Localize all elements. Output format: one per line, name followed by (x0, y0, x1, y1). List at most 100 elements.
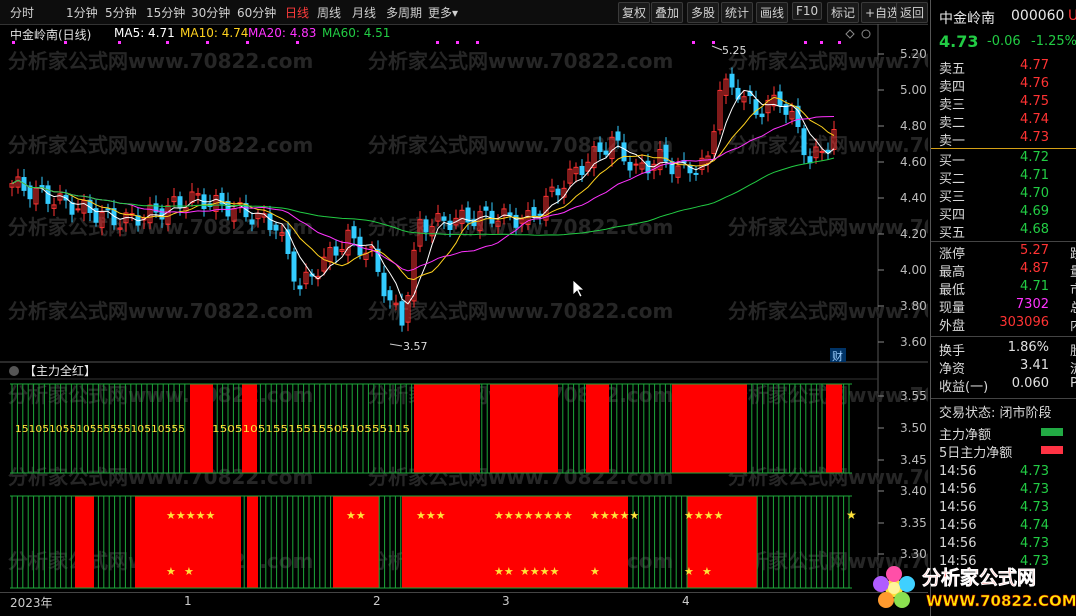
signal-dot (436, 41, 439, 44)
candle-body (693, 172, 699, 175)
candle-body (249, 219, 255, 225)
price-axis-label: 3.80 (900, 299, 927, 313)
candle-body (297, 285, 303, 290)
mark-button[interactable]: 标记 (827, 2, 860, 23)
star-marks: ★★★★★★★★ (494, 509, 573, 522)
stat2-cut-label: 流 (1070, 358, 1076, 377)
ask-row: 卖一 4.73 (939, 130, 1076, 149)
stat-label: 外盘 (939, 319, 966, 334)
price-axis-label: 4.60 (900, 155, 927, 169)
candle-body (225, 200, 231, 217)
sub-axis-label: 3.35 (900, 516, 927, 530)
period-5min[interactable]: 5分钟 (105, 4, 137, 21)
bid-row: 买五 4.68 (939, 222, 1076, 241)
period-weekly[interactable]: 周线 (317, 4, 341, 21)
draw-line-button[interactable]: 画线 (756, 2, 789, 23)
sub-axis-label: 3.45 (900, 453, 927, 467)
tick-price: 4.74 (1020, 518, 1049, 533)
star-marks-low: ★ (702, 565, 712, 578)
period-fenshi[interactable]: 分时 (10, 4, 34, 21)
period-15min[interactable]: 15分钟 (146, 4, 185, 21)
stat-label: 最高 (939, 265, 966, 280)
ask-label: 卖二 (939, 116, 966, 131)
candle-body (267, 213, 273, 230)
candle-body (105, 208, 111, 211)
price-change-pct: -1.25% (1031, 34, 1076, 49)
ask-row: 卖三 4.75 (939, 94, 1076, 113)
period-monthly[interactable]: 月线 (352, 4, 376, 21)
price-axis-label: 4.00 (900, 263, 927, 277)
stat2-value: 1.86% (1007, 340, 1049, 355)
bid-price: 4.68 (1020, 222, 1049, 237)
background-watermark: 分析家公式网www.70822.com (728, 49, 928, 73)
stock-header: 中金岭南 000060 U (939, 8, 1076, 28)
red-block (75, 496, 94, 588)
stat-cut-label: 量 (1070, 261, 1076, 280)
signal-dot (456, 41, 459, 44)
ask-label: 卖四 (939, 80, 966, 95)
sub-axis-label: 3.30 (900, 547, 927, 561)
stat2-row: 换手 1.86% 股 (939, 340, 1076, 359)
stock-name-cut: U (1068, 8, 1076, 24)
statistics-button[interactable]: 统计 (721, 2, 754, 23)
candle-body (333, 246, 339, 256)
ma10-label: MA10: 4.74 (180, 26, 249, 40)
stat-cut-label: 总 (1070, 297, 1076, 316)
stat-row: 最高 4.87 量 (939, 261, 1076, 280)
candle-body (177, 196, 183, 208)
bid-row: 买三 4.70 (939, 186, 1076, 205)
period-30min[interactable]: 30分钟 (191, 4, 230, 21)
stat-label: 现量 (939, 301, 966, 316)
ask-row: 卖四 4.76 (939, 76, 1076, 95)
period-multi[interactable]: 多周期 (386, 4, 422, 21)
period-60min[interactable]: 60分钟 (237, 4, 276, 21)
period-more[interactable]: 更多▾ (428, 4, 458, 21)
candle-body (801, 128, 807, 156)
period-daily[interactable]: 日线 (285, 4, 309, 21)
low-marker-line (389, 343, 403, 347)
bid-label: 买四 (939, 208, 966, 223)
ask-price: 4.75 (1020, 94, 1049, 109)
high-marker-label: 5.25 (722, 44, 747, 57)
stat2-value: 3.41 (1020, 358, 1049, 373)
sub-axis-label: 3.50 (900, 421, 927, 435)
candle-body (69, 202, 75, 215)
tick-price: 4.73 (1020, 536, 1049, 551)
back-button[interactable]: 返回 (896, 2, 929, 23)
stat-value: 5.27 (1020, 243, 1049, 258)
kline-chart[interactable]: 分析家公式网www.70822.com 分析家公式网www.70822.com 分析… (0, 24, 928, 592)
stat-label: 最低 (939, 283, 966, 298)
candle-body (75, 208, 81, 211)
stat2-label: 换手 (939, 344, 966, 359)
stat-cut-label: 市 (1070, 279, 1076, 298)
x-label-apr: 4 (682, 594, 690, 608)
high-marker-line (711, 45, 723, 51)
f10-button[interactable]: F10 (792, 2, 823, 20)
red-block (190, 384, 213, 473)
candle-body (759, 113, 765, 118)
overlay-button[interactable]: 叠加 (651, 2, 684, 23)
star-marks-low: ★★ (494, 565, 514, 578)
stat-row: 涨停 5.27 跌 (939, 243, 1076, 262)
multi-stock-button[interactable]: 多股 (687, 2, 720, 23)
section-divider (931, 398, 1076, 399)
trade-status: 交易状态: 闭市阶段 (939, 402, 1076, 421)
ma5-label: MA5: 4.71 (114, 26, 175, 40)
ask-price: 4.77 (1020, 58, 1049, 73)
tick-row: 14:56 4.73 (939, 500, 1076, 518)
low-marker-label: 3.57 (403, 340, 428, 353)
bid-row: 买一 4.72 (939, 150, 1076, 169)
fuquan-button[interactable]: 复权 (618, 2, 651, 23)
ask-label: 卖一 (939, 134, 966, 149)
ask-price: 4.74 (1020, 112, 1049, 127)
star-marks: ★★★★ (684, 509, 724, 522)
period-1min[interactable]: 1分钟 (66, 4, 98, 21)
candle-body (507, 212, 513, 216)
bid-price: 4.69 (1020, 204, 1049, 219)
signal-dot (118, 41, 121, 44)
candle-body (387, 290, 393, 301)
star-marks: ★★ (346, 509, 366, 522)
background-watermark: 分析家公式网www.70822.com (8, 49, 313, 73)
star-marks-low: ★ (184, 565, 194, 578)
book-divider (931, 148, 1076, 149)
